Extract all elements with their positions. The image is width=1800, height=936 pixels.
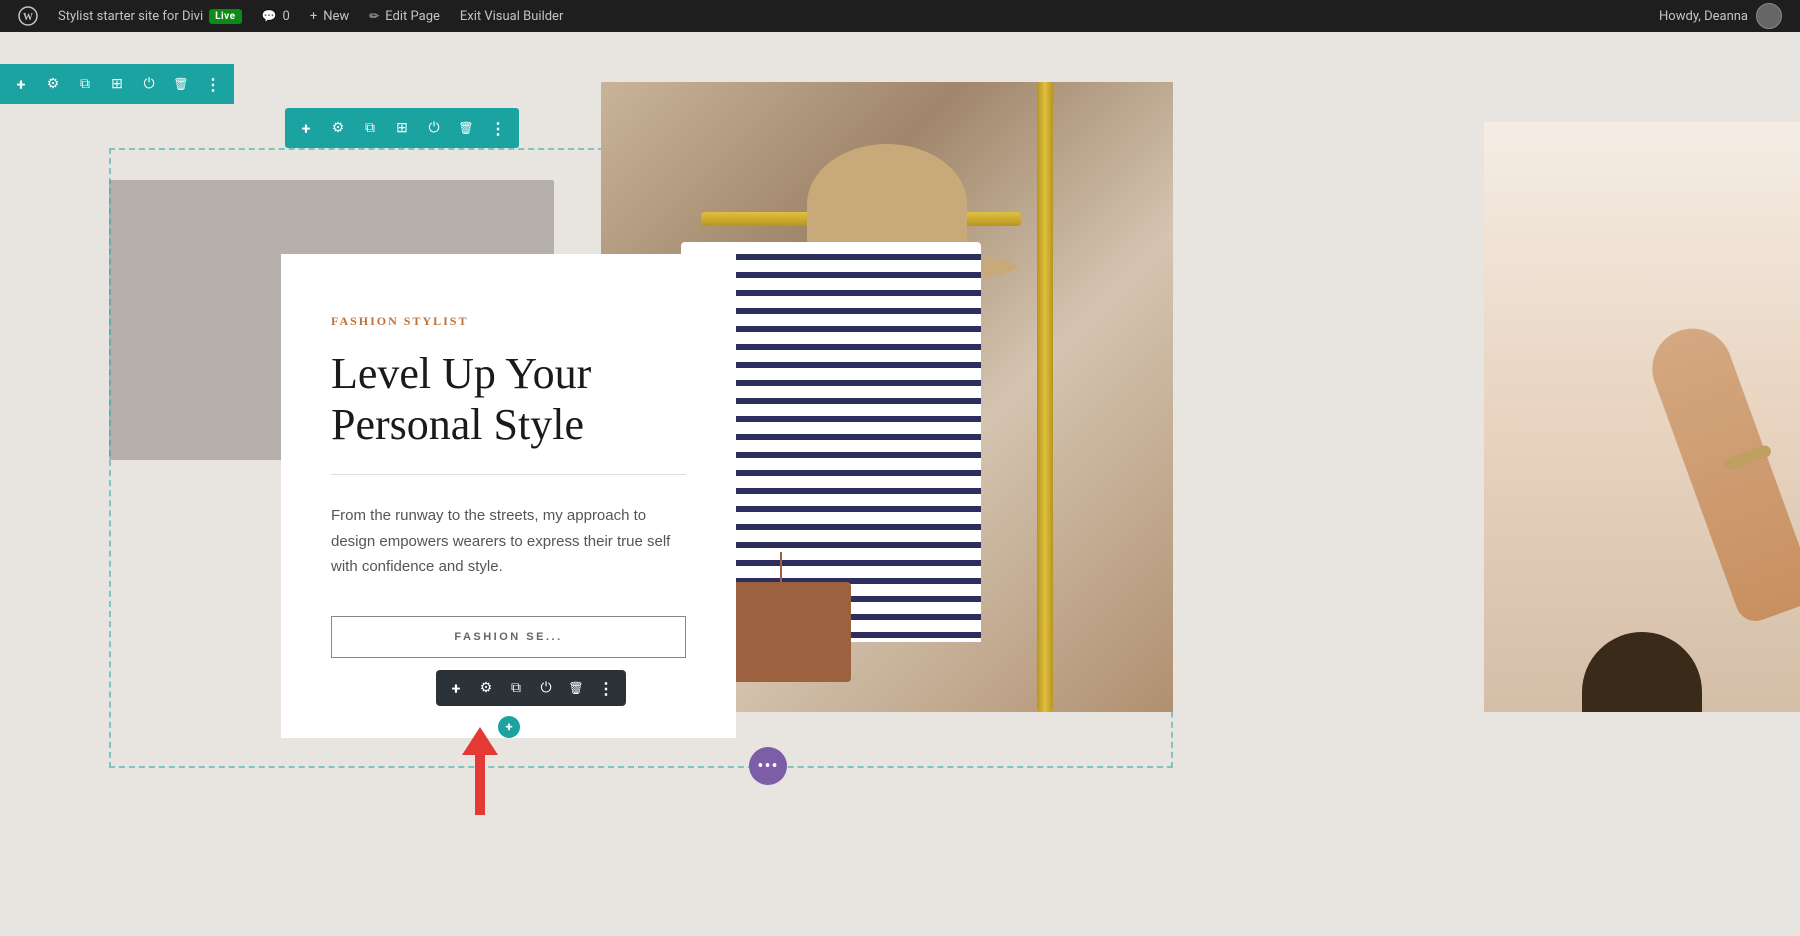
section-add-button[interactable] (6, 69, 36, 99)
new-label: New (323, 9, 349, 24)
wp-logo-item[interactable]: W (8, 0, 48, 32)
comments-item[interactable]: 0 (252, 0, 300, 32)
row-add-button[interactable] (291, 113, 321, 143)
module-add-button[interactable] (442, 674, 470, 702)
power-icon (428, 120, 439, 136)
svg-text:W: W (23, 12, 33, 23)
dots-icon (598, 679, 614, 698)
dots-icon (490, 119, 506, 138)
card-eyebrow: FASHION STYLIST (331, 314, 686, 329)
right-photo (1484, 122, 1800, 712)
gear-icon (332, 120, 345, 136)
row-settings-button[interactable] (323, 113, 353, 143)
section-grid-button[interactable] (102, 69, 132, 99)
edit-icon (369, 9, 379, 24)
card-divider (331, 474, 686, 475)
canvas: FASHION STYLIST Level Up Your Personal S… (0, 32, 1800, 936)
red-arrow (462, 727, 498, 815)
purple-more-button[interactable]: ••• (749, 747, 787, 785)
bag-strap (780, 552, 782, 587)
module-settings-button[interactable] (472, 674, 500, 702)
trash-icon (568, 681, 583, 696)
card-body: From the runway to the streets, my appro… (331, 503, 686, 580)
plus-icon (17, 75, 26, 94)
row-trash-button[interactable] (451, 113, 481, 143)
edit-page-item[interactable]: Edit Page (359, 0, 450, 32)
copy-icon (80, 76, 90, 92)
row-more-button[interactable] (483, 113, 513, 143)
howdy-text: Howdy, Deanna (1659, 9, 1748, 24)
rack-vertical (1037, 82, 1053, 712)
arm-shape (1641, 317, 1800, 626)
wp-admin-bar: W Stylist starter site for Divi Live 0 +… (0, 0, 1800, 32)
section-settings-button[interactable] (38, 69, 68, 99)
copy-icon (365, 120, 375, 136)
arrow-shaft (475, 755, 485, 815)
power-icon (143, 76, 154, 92)
live-badge: Live (209, 9, 241, 24)
power-icon (540, 680, 551, 696)
gear-icon (47, 76, 60, 92)
comments-count: 0 (283, 9, 290, 24)
module-power-button[interactable] (532, 674, 560, 702)
admin-bar-right: Howdy, Deanna (1659, 3, 1792, 29)
grid-icon (111, 76, 123, 92)
row-power-button[interactable] (419, 113, 449, 143)
person-background (1484, 122, 1800, 712)
dots-icon (205, 75, 221, 94)
module-duplicate-button[interactable] (502, 674, 530, 702)
trash-icon (173, 76, 188, 92)
section-toolbar (0, 64, 234, 104)
section-duplicate-button[interactable] (70, 69, 100, 99)
module-toolbar (436, 670, 626, 706)
avatar[interactable] (1756, 3, 1782, 29)
trash-icon (458, 120, 473, 136)
section-power-button[interactable] (134, 69, 164, 99)
hair-hint (1582, 632, 1702, 712)
section-trash-button[interactable] (166, 69, 196, 99)
content-card: FASHION STYLIST Level Up Your Personal S… (281, 254, 736, 738)
module-trash-button[interactable] (562, 674, 590, 702)
module-more-button[interactable] (592, 674, 620, 702)
exit-visual-builder-label: Exit Visual Builder (460, 9, 563, 24)
row-grid-button[interactable] (387, 113, 417, 143)
gear-icon (480, 680, 493, 696)
row-duplicate-button[interactable] (355, 113, 385, 143)
exit-visual-builder-item[interactable]: Exit Visual Builder (450, 0, 573, 32)
site-name-item[interactable]: Stylist starter site for Divi Live (48, 0, 252, 32)
new-item[interactable]: + New (300, 0, 359, 32)
card-title: Level Up Your Personal Style (331, 349, 686, 450)
plus-icon (302, 119, 311, 138)
add-module-button[interactable]: + (498, 716, 520, 738)
grid-icon (396, 120, 408, 136)
card-cta-button[interactable]: FASHION SE... (331, 616, 686, 658)
site-name: Stylist starter site for Divi (58, 9, 203, 24)
comment-icon (262, 9, 277, 24)
copy-icon (511, 680, 521, 696)
plus-icon (452, 679, 461, 698)
edit-page-label: Edit Page (385, 9, 440, 24)
section-more-button[interactable] (198, 69, 228, 99)
arrow-head (462, 727, 498, 755)
row-toolbar (285, 108, 519, 148)
